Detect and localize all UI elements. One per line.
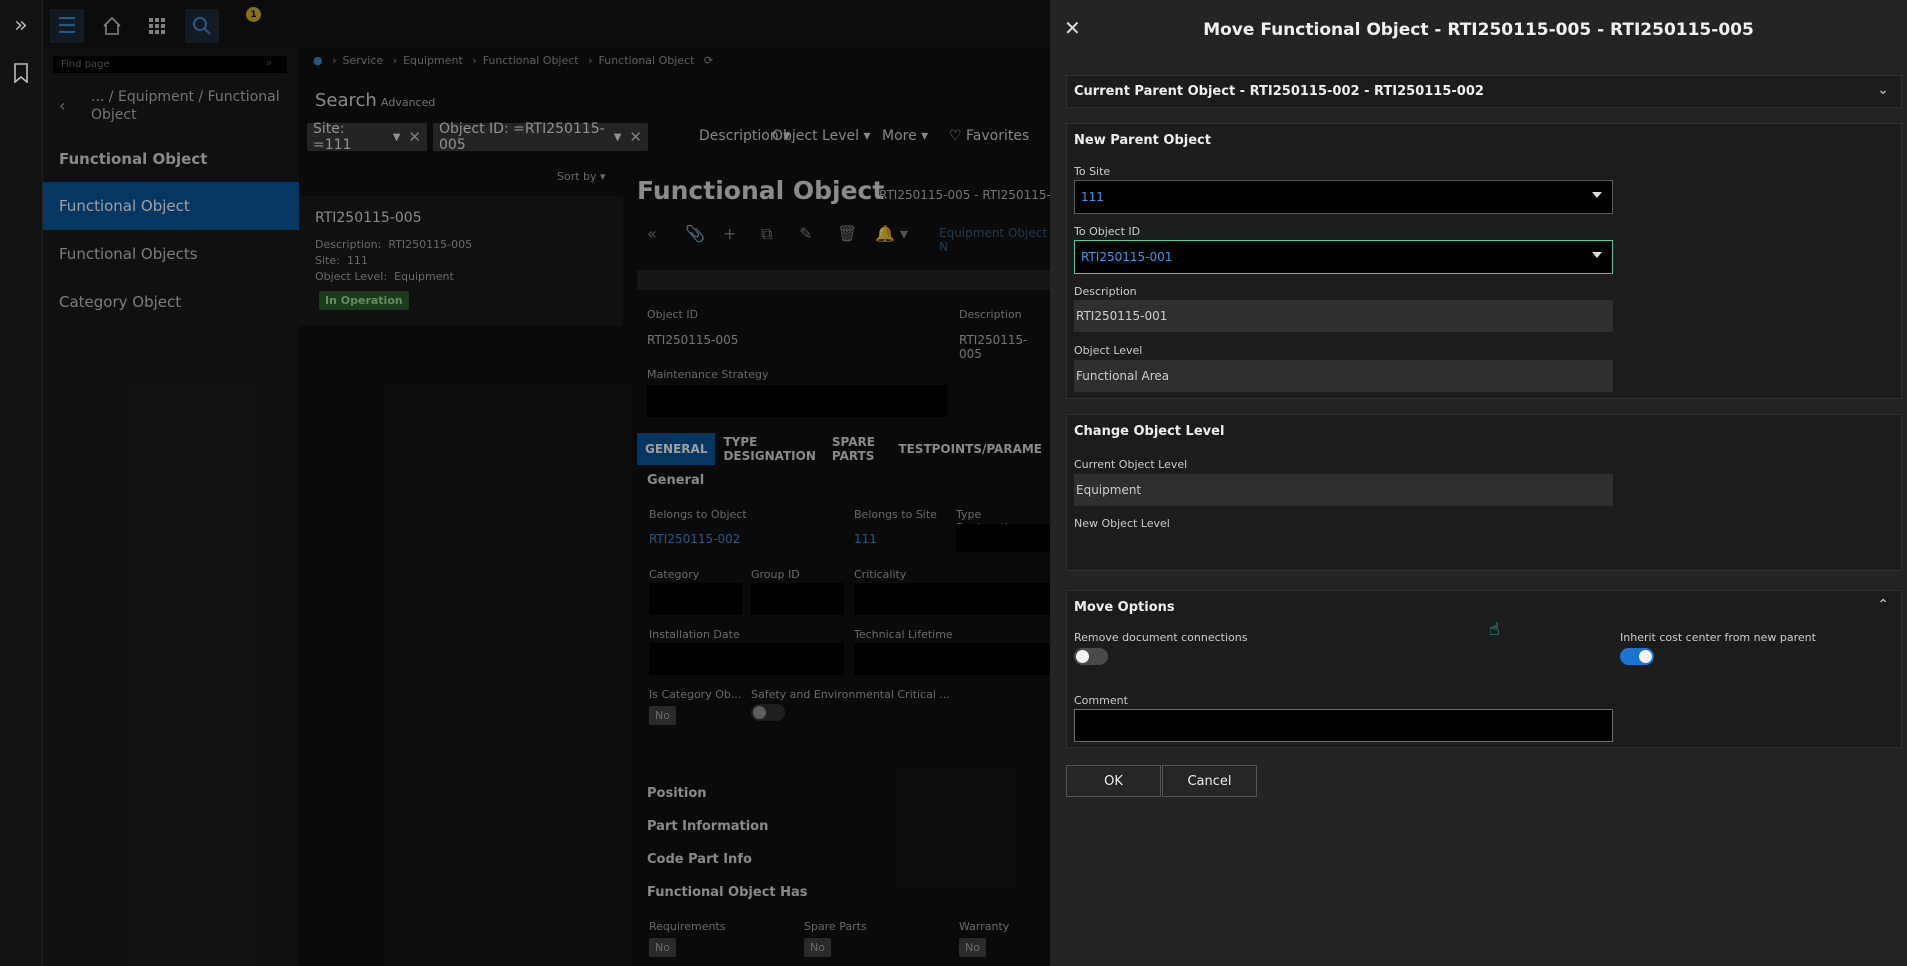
to-object-label: To Object ID — [1074, 225, 1141, 238]
bookmark-icon[interactable] — [6, 58, 36, 88]
ok-button[interactable]: OK — [1066, 765, 1161, 797]
new-parent-heading: New Parent Object — [1074, 133, 1211, 148]
comment-label: Comment — [1074, 694, 1128, 707]
to-object-select[interactable]: RTI250115-001 — [1074, 240, 1613, 274]
new-description-value: RTI250115-001 — [1074, 300, 1613, 332]
comment-input[interactable] — [1074, 709, 1613, 742]
chevron-down-icon — [1592, 252, 1602, 258]
left-rail: » — [0, 0, 43, 966]
hand-cursor-icon: ☝ — [1489, 619, 1500, 640]
modal-backdrop[interactable] — [43, 0, 1050, 966]
to-object-value: RTI250115-001 — [1081, 250, 1173, 264]
new-level-value: Functional Area — [1074, 360, 1613, 392]
move-options-heading: Move Options — [1074, 600, 1175, 615]
current-parent-panel[interactable]: Current Parent Object - RTI250115-002 - … — [1066, 75, 1902, 108]
inherit-cost-center-label: Inherit cost center from new parent — [1620, 631, 1816, 644]
to-site-value: 111 — [1081, 190, 1104, 204]
change-level-heading: Change Object Level — [1074, 424, 1225, 439]
current-level-value: Equipment — [1074, 474, 1613, 506]
move-options-panel: Move Options ⌃ Remove document connectio… — [1066, 590, 1902, 748]
to-site-label: To Site — [1074, 165, 1111, 178]
inherit-cost-center-toggle[interactable] — [1620, 648, 1654, 665]
new-description-label: Description — [1074, 285, 1137, 298]
cancel-button[interactable]: Cancel — [1162, 765, 1257, 797]
change-level-panel: Change Object Level Current Object Level… — [1066, 414, 1902, 571]
expand-icon[interactable]: » — [6, 10, 36, 40]
move-dialog: ✕ Move Functional Object - RTI250115-005… — [1050, 0, 1907, 966]
to-site-select[interactable]: 111 — [1074, 180, 1613, 214]
current-level-label: Current Object Level — [1074, 458, 1188, 471]
new-object-level-label: New Object Level — [1074, 517, 1170, 530]
current-parent-heading: Current Parent Object - RTI250115-002 - … — [1074, 84, 1484, 99]
dialog-title: Move Functional Object - RTI250115-005 -… — [1203, 20, 1754, 40]
remove-docs-toggle[interactable] — [1074, 648, 1108, 665]
remove-docs-label: Remove document connections — [1074, 631, 1248, 644]
chevron-up-icon[interactable]: ⌃ — [1877, 597, 1889, 613]
chevron-down-icon — [1592, 192, 1602, 198]
chevron-down-icon[interactable]: ⌄ — [1877, 82, 1889, 98]
new-parent-panel: New Parent Object To Site 111 To Object … — [1066, 123, 1902, 399]
new-level-label: Object Level — [1074, 344, 1143, 357]
